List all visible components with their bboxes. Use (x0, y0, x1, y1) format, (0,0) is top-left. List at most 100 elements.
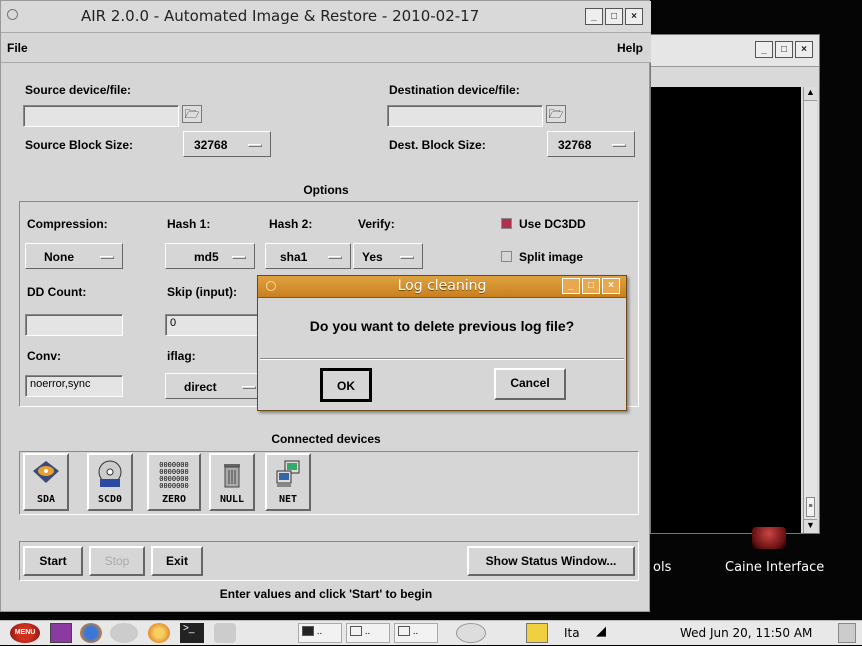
maximize-icon[interactable]: □ (775, 41, 793, 58)
dialog-titlebar[interactable]: Log cleaning _ □ × (258, 276, 626, 298)
options-heading: Options (303, 183, 349, 197)
language-indicator[interactable]: Ita (564, 626, 580, 646)
ok-button[interactable]: OK (320, 368, 372, 402)
task-label: .. (364, 626, 371, 637)
source-block-select[interactable]: 32768 (183, 131, 271, 157)
hash2-select[interactable]: sha1 (265, 243, 351, 269)
taskbar-task-terminal[interactable]: .. (298, 623, 342, 643)
device-zero[interactable]: 0000000 0000000 0000000 0000000 ZERO (147, 453, 201, 511)
scroll-down-icon[interactable]: ▼ (804, 519, 817, 533)
scroll-up-icon[interactable]: ▲ (804, 87, 817, 101)
split-image-label[interactable]: Split image (519, 250, 583, 264)
dest-block-value: 32768 (558, 138, 592, 152)
dest-label: Destination device/file: (389, 83, 520, 97)
source-input[interactable] (23, 105, 179, 127)
start-menu-icon[interactable]: MENU (10, 623, 40, 643)
close-icon[interactable]: × (625, 8, 643, 25)
device-label: SDA (36, 494, 56, 505)
trash-icon (224, 464, 240, 488)
camera-icon[interactable] (214, 623, 236, 643)
harddisk-icon (33, 461, 59, 483)
show-status-button[interactable]: Show Status Window... (467, 546, 635, 576)
compression-select[interactable]: None (25, 243, 123, 269)
device-label: NULL (219, 494, 245, 505)
dest-block-select[interactable]: 32768 (547, 131, 635, 157)
close-icon[interactable]: × (602, 278, 620, 294)
minimize-icon[interactable]: _ (755, 41, 773, 58)
device-scd0[interactable]: SCD0 (87, 453, 133, 511)
shell-icon[interactable] (148, 623, 170, 643)
close-icon[interactable]: × (795, 41, 813, 58)
use-dc3dd-label[interactable]: Use DC3DD (519, 217, 586, 231)
terminal-area (651, 87, 801, 533)
dd-count-label: DD Count: (27, 285, 87, 299)
settings-icon[interactable] (110, 623, 138, 643)
source-label: Source device/file: (25, 83, 132, 97)
network-icon (276, 460, 300, 487)
log-cleaning-dialog: Log cleaning _ □ × Do you want to delete… (257, 275, 627, 411)
taskbar: MENU >_ .. .. .. Ita ◢ Wed Jun 20, 11:50… (0, 620, 862, 645)
maximize-icon[interactable]: □ (582, 278, 600, 294)
iflag-select[interactable]: direct (165, 373, 265, 399)
hash2-label: Hash 2: (269, 217, 313, 231)
menu-file[interactable]: File (7, 41, 28, 55)
use-dc3dd-checkbox[interactable] (501, 218, 512, 229)
taskbar-task-window1[interactable]: .. (346, 623, 390, 643)
dest-input[interactable] (387, 105, 543, 127)
scroll-thumb[interactable]: ≡ (806, 497, 815, 517)
verify-value: Yes (362, 250, 383, 264)
start-button[interactable]: Start (23, 546, 83, 576)
volume-icon[interactable]: ◢ (596, 623, 612, 643)
background-window-titlebar[interactable]: _ □ × (651, 35, 819, 67)
dialog-message: Do you want to delete previous log file? (309, 318, 575, 334)
iflag-value: direct (184, 380, 217, 394)
firefox-icon[interactable] (80, 623, 102, 643)
device-net[interactable]: NET (265, 453, 311, 511)
taskbar-task-window2[interactable]: .. (394, 623, 438, 643)
caine-interface-icon[interactable] (752, 527, 786, 549)
hash1-select[interactable]: md5 (165, 243, 255, 269)
background-window[interactable]: _ □ × ▲ ≡ ▼ (650, 34, 820, 534)
cd-icon[interactable] (456, 623, 486, 643)
zero-icon: 0000000000000000000000000000 (159, 461, 189, 490)
stop-button: Stop (89, 546, 145, 576)
hash2-value: sha1 (280, 250, 308, 264)
exit-button[interactable]: Exit (151, 546, 203, 576)
device-label: NET (278, 494, 298, 505)
split-image-checkbox[interactable] (501, 251, 512, 262)
terminal-icon[interactable]: >_ (180, 623, 204, 643)
skip-label: Skip (input): (167, 285, 237, 299)
titlebar[interactable]: AIR 2.0.0 - Automated Image & Restore - … (1, 1, 651, 33)
cancel-button[interactable]: Cancel (494, 368, 566, 400)
dialog-divider (260, 358, 624, 360)
window-menu-icon[interactable] (7, 9, 18, 20)
window-title: AIR 2.0.0 - Automated Image & Restore - … (81, 7, 480, 25)
dd-count-input[interactable] (25, 314, 123, 336)
clock[interactable]: Wed Jun 20, 11:50 AM (680, 626, 812, 646)
keyboard-icon[interactable] (526, 623, 548, 643)
trash-icon[interactable] (838, 623, 856, 643)
verify-select[interactable]: Yes (353, 243, 423, 269)
desktop-label-caine[interactable]: Caine Interface (725, 560, 824, 575)
device-null[interactable]: NULL (209, 453, 255, 511)
compression-label: Compression: (27, 217, 108, 231)
source-folder-icon[interactable]: 🗁 (182, 105, 202, 123)
maximize-icon[interactable]: □ (605, 8, 623, 25)
cdrom-icon (98, 460, 122, 487)
dest-folder-icon[interactable]: 🗁 (546, 105, 566, 123)
device-sda[interactable]: SDA (23, 453, 69, 511)
conv-input[interactable]: noerror,sync (25, 375, 123, 397)
task-label: .. (316, 626, 323, 637)
desktop-label-tools[interactable]: ols (653, 560, 671, 575)
menu-help[interactable]: Help (617, 41, 643, 55)
source-block-label: Source Block Size: (25, 138, 134, 152)
minimize-icon[interactable]: _ (562, 278, 580, 294)
scrollbar[interactable]: ▲ ≡ ▼ (803, 87, 817, 533)
devices-heading: Connected devices (271, 432, 381, 446)
film-icon[interactable] (50, 623, 72, 643)
minimize-icon[interactable]: _ (585, 8, 603, 25)
compression-value: None (44, 250, 74, 264)
menubar: File Help (1, 33, 651, 63)
skip-input[interactable]: 0 (165, 314, 263, 336)
conv-label: Conv: (27, 349, 61, 363)
